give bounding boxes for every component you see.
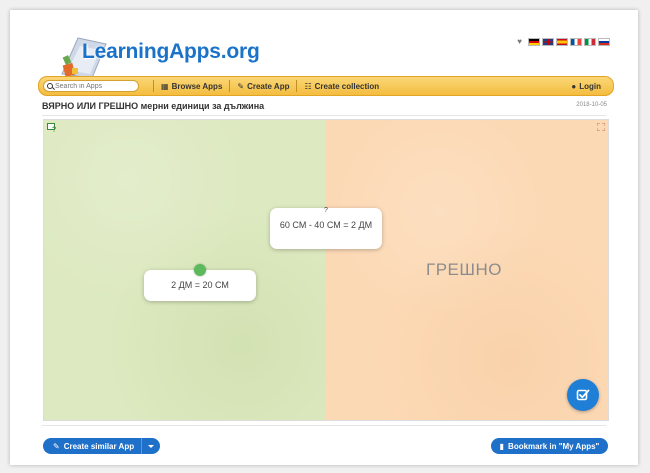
flag-it-icon[interactable] bbox=[584, 37, 596, 46]
nav-divider bbox=[229, 80, 231, 92]
login-label: Login bbox=[579, 81, 601, 91]
create-app-link[interactable]: ✎ Create App bbox=[237, 82, 289, 91]
logo[interactable]: LearningApps.org bbox=[50, 28, 260, 83]
page: LearningApps.org ♥ ▦ Browse Apps ✎ Creat… bbox=[10, 10, 638, 465]
browse-apps-link[interactable]: ▦ Browse Apps bbox=[161, 82, 222, 91]
flag-de-icon[interactable] bbox=[528, 37, 540, 46]
navbar: ▦ Browse Apps ✎ Create App ☷ Create coll… bbox=[38, 76, 614, 96]
create-collection-link[interactable]: ☷ Create collection bbox=[304, 82, 379, 91]
flag-es-icon[interactable] bbox=[556, 37, 568, 46]
draggable-card[interactable]: ? 60 СМ - 40 СМ = 2 ДМ bbox=[270, 207, 382, 249]
grid-icon: ▦ bbox=[161, 81, 169, 91]
bookmark-icon: ▮ bbox=[499, 441, 505, 451]
drop-zone-false[interactable]: ГРЕШНО bbox=[326, 120, 608, 420]
language-selector: ♥ bbox=[517, 37, 610, 46]
edit-icon: ✎ bbox=[53, 441, 60, 451]
help-icon[interactable]: ? bbox=[47, 123, 57, 132]
create-similar-app-button[interactable]: ✎ Create similar App bbox=[43, 438, 160, 454]
search-input[interactable] bbox=[55, 82, 135, 90]
draggable-card[interactable]: 2 ДМ = 20 СМ bbox=[144, 264, 256, 301]
card-marker: ? bbox=[324, 207, 328, 214]
check-answers-button[interactable] bbox=[567, 379, 599, 411]
nav-divider bbox=[296, 80, 298, 92]
create-similar-label: Create similar App bbox=[63, 441, 135, 451]
bookmark-button[interactable]: ▮ Bookmark in "My Apps" bbox=[491, 438, 608, 454]
nav-divider bbox=[153, 80, 154, 92]
app-date: 2018-10-05 bbox=[576, 102, 607, 108]
divider bbox=[42, 425, 606, 426]
create-app-label: Create App bbox=[247, 81, 290, 91]
create-collection-label: Create collection bbox=[314, 81, 380, 91]
collection-icon: ☷ bbox=[304, 81, 312, 91]
correct-dot-icon bbox=[194, 264, 206, 276]
svg-text:?: ? bbox=[52, 127, 56, 133]
card-text: 2 ДМ = 20 СМ bbox=[171, 280, 229, 290]
card-text: 60 СМ - 40 СМ = 2 ДМ bbox=[279, 220, 373, 230]
flag-ru-icon[interactable] bbox=[598, 37, 610, 46]
browse-apps-label: Browse Apps bbox=[171, 81, 223, 91]
heart-icon[interactable]: ♥ bbox=[517, 37, 522, 46]
check-icon bbox=[576, 389, 590, 401]
create-similar-dropdown[interactable] bbox=[141, 438, 160, 454]
page-title: ВЯРНО ИЛИ ГРЕШНО мерни единици за дължин… bbox=[42, 101, 265, 111]
user-icon: ● bbox=[571, 81, 577, 91]
caret-down-icon bbox=[148, 444, 154, 448]
logo-text: LearningApps.org bbox=[82, 40, 260, 63]
search-box[interactable] bbox=[43, 80, 139, 92]
pencil-icon: ✎ bbox=[237, 81, 245, 91]
fullscreen-icon[interactable] bbox=[597, 123, 605, 131]
zone-label-right: ГРЕШНО bbox=[426, 260, 502, 279]
search-icon bbox=[47, 83, 53, 89]
bookmark-label: Bookmark in "My Apps" bbox=[508, 441, 600, 451]
divider bbox=[42, 115, 606, 116]
flag-fr-icon[interactable] bbox=[570, 37, 582, 46]
login-link[interactable]: ● Login bbox=[571, 82, 601, 91]
game-area: ГРЕШНО ? ? 60 СМ - 40 СМ = 2 ДМ 2 ДМ = 2… bbox=[43, 119, 609, 421]
flag-gb-icon[interactable] bbox=[542, 37, 554, 46]
